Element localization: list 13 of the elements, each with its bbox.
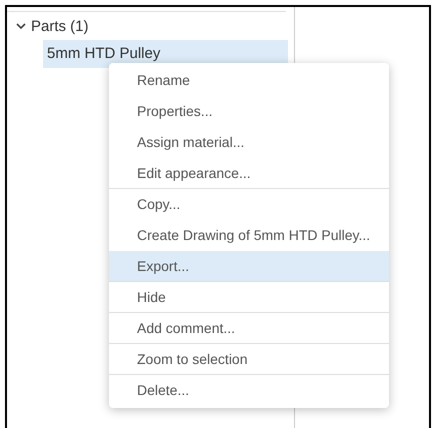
menu-item[interactable]: Export... bbox=[109, 251, 389, 282]
menu-item[interactable]: Copy... bbox=[109, 189, 389, 220]
menu-item[interactable]: Delete... bbox=[109, 375, 389, 406]
menu-item[interactable]: Create Drawing of 5mm HTD Pulley... bbox=[109, 220, 389, 251]
group-label: Parts (1) bbox=[31, 18, 89, 34]
menu-item[interactable]: Properties... bbox=[109, 96, 389, 127]
tree-group[interactable]: Parts (1) bbox=[7, 12, 294, 40]
menu-item[interactable]: Add comment... bbox=[109, 313, 389, 344]
menu-item[interactable]: Hide bbox=[109, 282, 389, 313]
menu-item[interactable]: Zoom to selection bbox=[109, 344, 389, 375]
menu-item[interactable]: Edit appearance... bbox=[109, 158, 389, 189]
menu-item[interactable]: Rename bbox=[109, 65, 389, 96]
menu-item[interactable]: Assign material... bbox=[109, 127, 389, 158]
